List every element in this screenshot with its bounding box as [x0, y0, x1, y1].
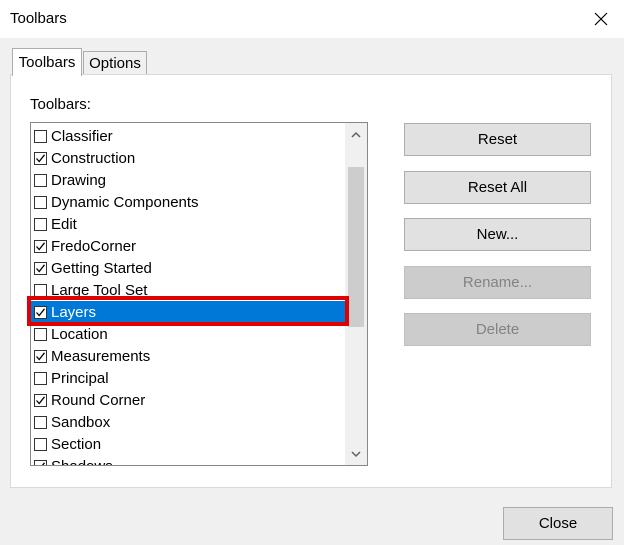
checkmark-icon [36, 351, 46, 361]
list-item[interactable]: FredoCorner [31, 235, 345, 257]
checkmark-icon [36, 395, 46, 405]
list-item-label: Large Tool Set [51, 281, 148, 299]
checkbox[interactable] [34, 327, 47, 341]
list-item[interactable]: Location [31, 323, 345, 345]
title-bar: Toolbars [0, 0, 624, 38]
list-item[interactable]: Edit [31, 213, 345, 235]
checkbox[interactable] [34, 239, 47, 253]
list-item-label: Measurements [51, 347, 151, 365]
scrollbar-thumb[interactable] [348, 167, 364, 327]
list-item-label: Classifier [51, 127, 113, 145]
list-item[interactable]: Large Tool Set [31, 279, 345, 301]
checkmark-icon [36, 263, 46, 273]
list-item[interactable]: Principal [31, 367, 345, 389]
list-item[interactable]: Sandbox [31, 411, 345, 433]
checkbox[interactable] [34, 437, 47, 451]
list-item-label: Section [51, 435, 102, 453]
list-item[interactable]: Measurements [31, 345, 345, 367]
reset-button[interactable]: Reset [404, 123, 591, 156]
checkmark-icon [36, 153, 46, 163]
checkbox[interactable] [34, 261, 47, 275]
window-title: Toolbars [10, 10, 67, 27]
checkmark-icon [41, 461, 46, 465]
tab-options[interactable]: Options [83, 51, 147, 75]
checkmark-icon [36, 307, 46, 317]
chevron-up-icon [351, 131, 361, 138]
checkbox[interactable] [34, 217, 47, 231]
rename-button[interactable]: Rename... [404, 266, 591, 299]
checkbox[interactable] [34, 349, 47, 363]
toolbars-listbox[interactable]: Classifier Construction Drawing Dynamic Com… [30, 122, 368, 466]
checkbox[interactable] [34, 173, 47, 187]
close-icon [594, 12, 608, 26]
list-item[interactable]: Drawing [31, 169, 345, 191]
list-item-label: Edit [51, 215, 77, 233]
toolbars-list-label: Toolbars: [30, 96, 91, 113]
checkbox[interactable] [34, 129, 47, 143]
tab-toolbars-label: Toolbars [18, 54, 76, 71]
toolbars-list-items: Classifier Construction Drawing Dynamic Com… [31, 125, 345, 466]
new-button[interactable]: New... [404, 218, 591, 251]
reset-all-button[interactable]: Reset All [404, 171, 591, 204]
checkbox[interactable] [34, 371, 47, 385]
tab-toolbars[interactable]: Toolbars [12, 48, 82, 76]
list-item[interactable]: Round Corner [31, 389, 345, 411]
list-item-label: Location [51, 325, 108, 343]
checkbox[interactable] [34, 151, 47, 165]
close-button[interactable]: Close [503, 507, 613, 540]
scroll-up-button[interactable] [345, 123, 367, 145]
list-item[interactable]: Getting Started [31, 257, 345, 279]
list-item[interactable]: Shadows [31, 455, 345, 466]
list-item[interactable]: Section [31, 433, 345, 455]
list-item-label: Drawing [51, 171, 107, 189]
checkbox[interactable] [34, 459, 47, 465]
list-item-label: Round Corner [51, 391, 146, 409]
close-window-button[interactable] [578, 0, 624, 38]
list-item-label: FredoCorner [51, 237, 137, 255]
list-item-label: Principal [51, 369, 109, 387]
list-item[interactable]: Construction [31, 147, 345, 169]
checkbox[interactable] [34, 283, 47, 297]
scroll-down-button[interactable] [345, 443, 367, 465]
list-item[interactable]: Dynamic Components [31, 191, 345, 213]
checkmark-icon [36, 241, 46, 251]
checkbox[interactable] [34, 415, 47, 429]
list-item-label: Getting Started [51, 259, 152, 277]
tab-options-label: Options [89, 55, 141, 72]
list-item[interactable]: Layers [31, 301, 345, 323]
list-item[interactable]: Classifier [31, 125, 345, 147]
checkbox[interactable] [34, 195, 47, 209]
list-item-label: Sandbox [51, 413, 111, 431]
list-item-label: Shadows [51, 457, 113, 466]
list-item-label: Construction [51, 149, 136, 167]
checkbox[interactable] [34, 305, 47, 319]
checkbox[interactable] [34, 393, 47, 407]
list-scrollbar[interactable] [345, 123, 367, 465]
delete-button[interactable]: Delete [404, 313, 591, 346]
list-item-label: Dynamic Components [51, 193, 199, 211]
chevron-down-icon [351, 450, 361, 457]
list-item-label: Layers [51, 303, 97, 321]
